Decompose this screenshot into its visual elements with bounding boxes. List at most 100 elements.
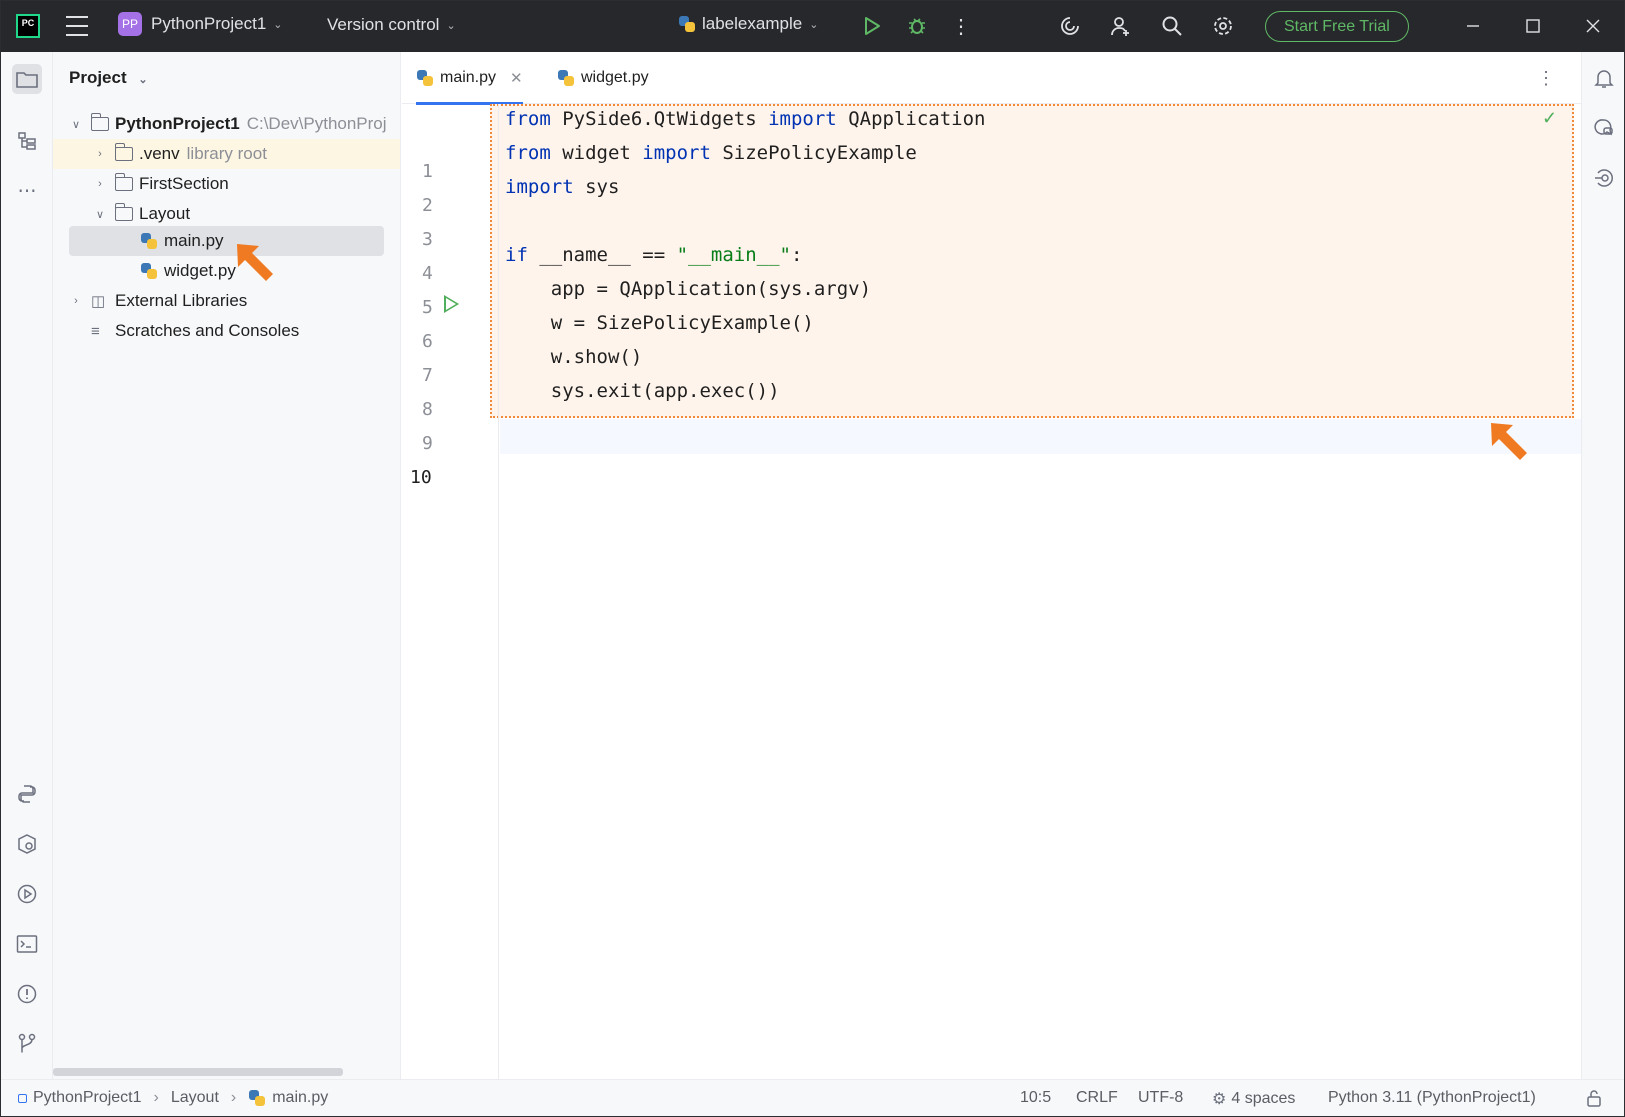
- code-text: widget: [550, 142, 643, 164]
- line-separator[interactable]: CRLF: [1076, 1089, 1118, 1107]
- chevron-right-icon: ›: [230, 1089, 237, 1106]
- line-number: 2: [422, 195, 433, 216]
- python-packages-icon[interactable]: [12, 829, 42, 859]
- code-line-6[interactable]: app = QApplication(sys.argv): [505, 278, 871, 300]
- tree-item-label: Scratches and Consoles: [115, 321, 300, 340]
- tree-item-external-libraries[interactable]: › ◫ External Libraries: [53, 286, 400, 316]
- right-tool-window-bar: [1581, 52, 1625, 1079]
- line-number: 8: [422, 399, 433, 420]
- indent-setting[interactable]: ⚙ 4 spaces: [1212, 1089, 1295, 1109]
- code-text: SizePolicyExample: [710, 142, 917, 164]
- python-icon: [416, 69, 434, 87]
- check-icon[interactable]: ✓: [1542, 108, 1557, 129]
- chevron-down-icon: ⌄: [273, 18, 283, 31]
- services-icon[interactable]: [12, 879, 42, 909]
- tab-main-py[interactable]: main.py ✕: [416, 52, 523, 105]
- python-console-icon[interactable]: [12, 779, 42, 809]
- scratches-icon: ≡: [91, 322, 100, 340]
- git-icon[interactable]: [12, 1029, 42, 1059]
- line-number: 5: [422, 297, 433, 318]
- tree-item-scratches[interactable]: ≡ Scratches and Consoles: [53, 316, 400, 346]
- python-interpreter[interactable]: Python 3.11 (PythonProject1): [1328, 1089, 1536, 1107]
- project-panel-title: Project: [69, 68, 127, 87]
- tree-item-label: External Libraries: [115, 291, 248, 310]
- ai-chat-icon[interactable]: [1590, 114, 1618, 142]
- notifications-icon[interactable]: [1590, 64, 1618, 92]
- indent-icon: ⚙: [1212, 1091, 1227, 1108]
- file-encoding[interactable]: UTF-8: [1138, 1089, 1183, 1107]
- tree-item-path: C:\Dev\PythonProj: [246, 114, 387, 133]
- chevron-right-icon[interactable]: ›: [93, 148, 107, 160]
- terminal-icon[interactable]: [12, 929, 42, 959]
- chevron-down-icon[interactable]: ∨: [69, 118, 83, 131]
- run-config-selector[interactable]: labelexample ⌄: [678, 14, 818, 34]
- tree-item-main-py[interactable]: main.py: [69, 226, 384, 256]
- tree-item-layout[interactable]: ∨ Layout: [53, 199, 400, 229]
- version-control-menu[interactable]: Version control ⌄: [327, 15, 456, 35]
- run-icon[interactable]: [859, 13, 885, 39]
- lock-icon[interactable]: [1585, 1089, 1603, 1107]
- code-line-9[interactable]: sys.exit(app.exec()): [505, 380, 780, 402]
- pycharm-logo: PC: [16, 14, 40, 38]
- coverage-icon[interactable]: [1590, 164, 1618, 192]
- gear-icon[interactable]: [1210, 13, 1236, 39]
- menu-icon[interactable]: [66, 16, 88, 36]
- tree-item-firstsection[interactable]: › FirstSection: [53, 169, 400, 199]
- tree-item-widget-py[interactable]: widget.py: [53, 256, 400, 286]
- breadcrumb: PythonProject1 › Layout › main.py: [18, 1089, 328, 1107]
- chevron-down-icon: ⌄: [138, 74, 148, 86]
- tree-item-venv[interactable]: › .venv library root: [53, 139, 400, 169]
- annotation-arrow: [237, 244, 273, 281]
- tree-item-label: PythonProject1: [115, 114, 240, 133]
- code-line-7[interactable]: w = SizePolicyExample(): [505, 312, 814, 334]
- title-bar: PC PP PythonProject1 ⌄ Version control ⌄…: [0, 0, 1625, 52]
- ai-assistant-icon[interactable]: [1057, 13, 1083, 39]
- keyword: from: [505, 108, 551, 130]
- library-icon: ◫: [91, 293, 106, 310]
- folder-icon[interactable]: [12, 64, 42, 94]
- tree-item-label: widget.py: [164, 261, 236, 280]
- breadcrumb-project[interactable]: PythonProject1: [33, 1089, 142, 1107]
- code-line-2[interactable]: from widget import SizePolicyExample: [505, 142, 917, 164]
- tab-label: widget.py: [581, 69, 649, 86]
- chevron-right-icon[interactable]: ›: [93, 178, 107, 190]
- breadcrumb-folder[interactable]: Layout: [171, 1089, 219, 1107]
- caret-position[interactable]: 10:5: [1020, 1089, 1051, 1107]
- close-icon[interactable]: ✕: [510, 69, 523, 87]
- project-name: PythonProject1: [151, 14, 267, 33]
- line-number-gutter[interactable]: 1 2 3 4 5 6 7 8 9 10: [402, 104, 499, 1079]
- project-panel-header[interactable]: Project ⌄: [69, 68, 148, 88]
- project-icon: [18, 1093, 27, 1103]
- tree-item-project-root[interactable]: ∨ PythonProject1 C:\Dev\PythonProj: [53, 109, 400, 139]
- start-free-trial-button[interactable]: Start Free Trial: [1265, 11, 1409, 42]
- code-line-3[interactable]: import sys: [505, 176, 619, 198]
- minimize-icon[interactable]: [1460, 13, 1486, 39]
- code-line-8[interactable]: w.show(): [505, 346, 643, 368]
- horizontal-scrollbar[interactable]: [53, 1068, 343, 1076]
- maximize-icon[interactable]: [1520, 13, 1546, 39]
- project-switcher[interactable]: PP PythonProject1 ⌄: [118, 12, 283, 36]
- search-icon[interactable]: [1159, 13, 1185, 39]
- structure-icon[interactable]: [12, 126, 42, 156]
- tab-widget-py[interactable]: widget.py: [557, 52, 649, 104]
- line-number: 7: [422, 365, 433, 386]
- close-icon[interactable]: [1580, 13, 1606, 39]
- keyword: import: [642, 142, 711, 164]
- breadcrumb-file[interactable]: main.py: [272, 1089, 328, 1107]
- more-horizontal-icon[interactable]: ⋯: [12, 176, 42, 206]
- chevron-right-icon[interactable]: ›: [69, 295, 83, 307]
- more-vertical-icon[interactable]: ⋮: [1537, 52, 1555, 104]
- code-line-5[interactable]: if __name__ == "__main__":: [505, 244, 802, 266]
- code-line-1[interactable]: from PySide6.QtWidgets import QApplicati…: [505, 108, 985, 130]
- editor-tabs: main.py ✕ widget.py ⋮: [402, 52, 1581, 105]
- more-vertical-icon[interactable]: ⋮: [948, 13, 974, 39]
- chevron-down-icon[interactable]: ∨: [93, 208, 107, 221]
- tree-item-label: main.py: [164, 231, 224, 250]
- keyword: import: [505, 176, 574, 198]
- add-user-icon[interactable]: [1108, 13, 1134, 39]
- debug-icon[interactable]: [904, 13, 930, 39]
- python-icon: [557, 69, 575, 87]
- run-gutter-icon[interactable]: [444, 295, 459, 313]
- problems-icon[interactable]: [12, 979, 42, 1009]
- folder-icon: [114, 173, 133, 191]
